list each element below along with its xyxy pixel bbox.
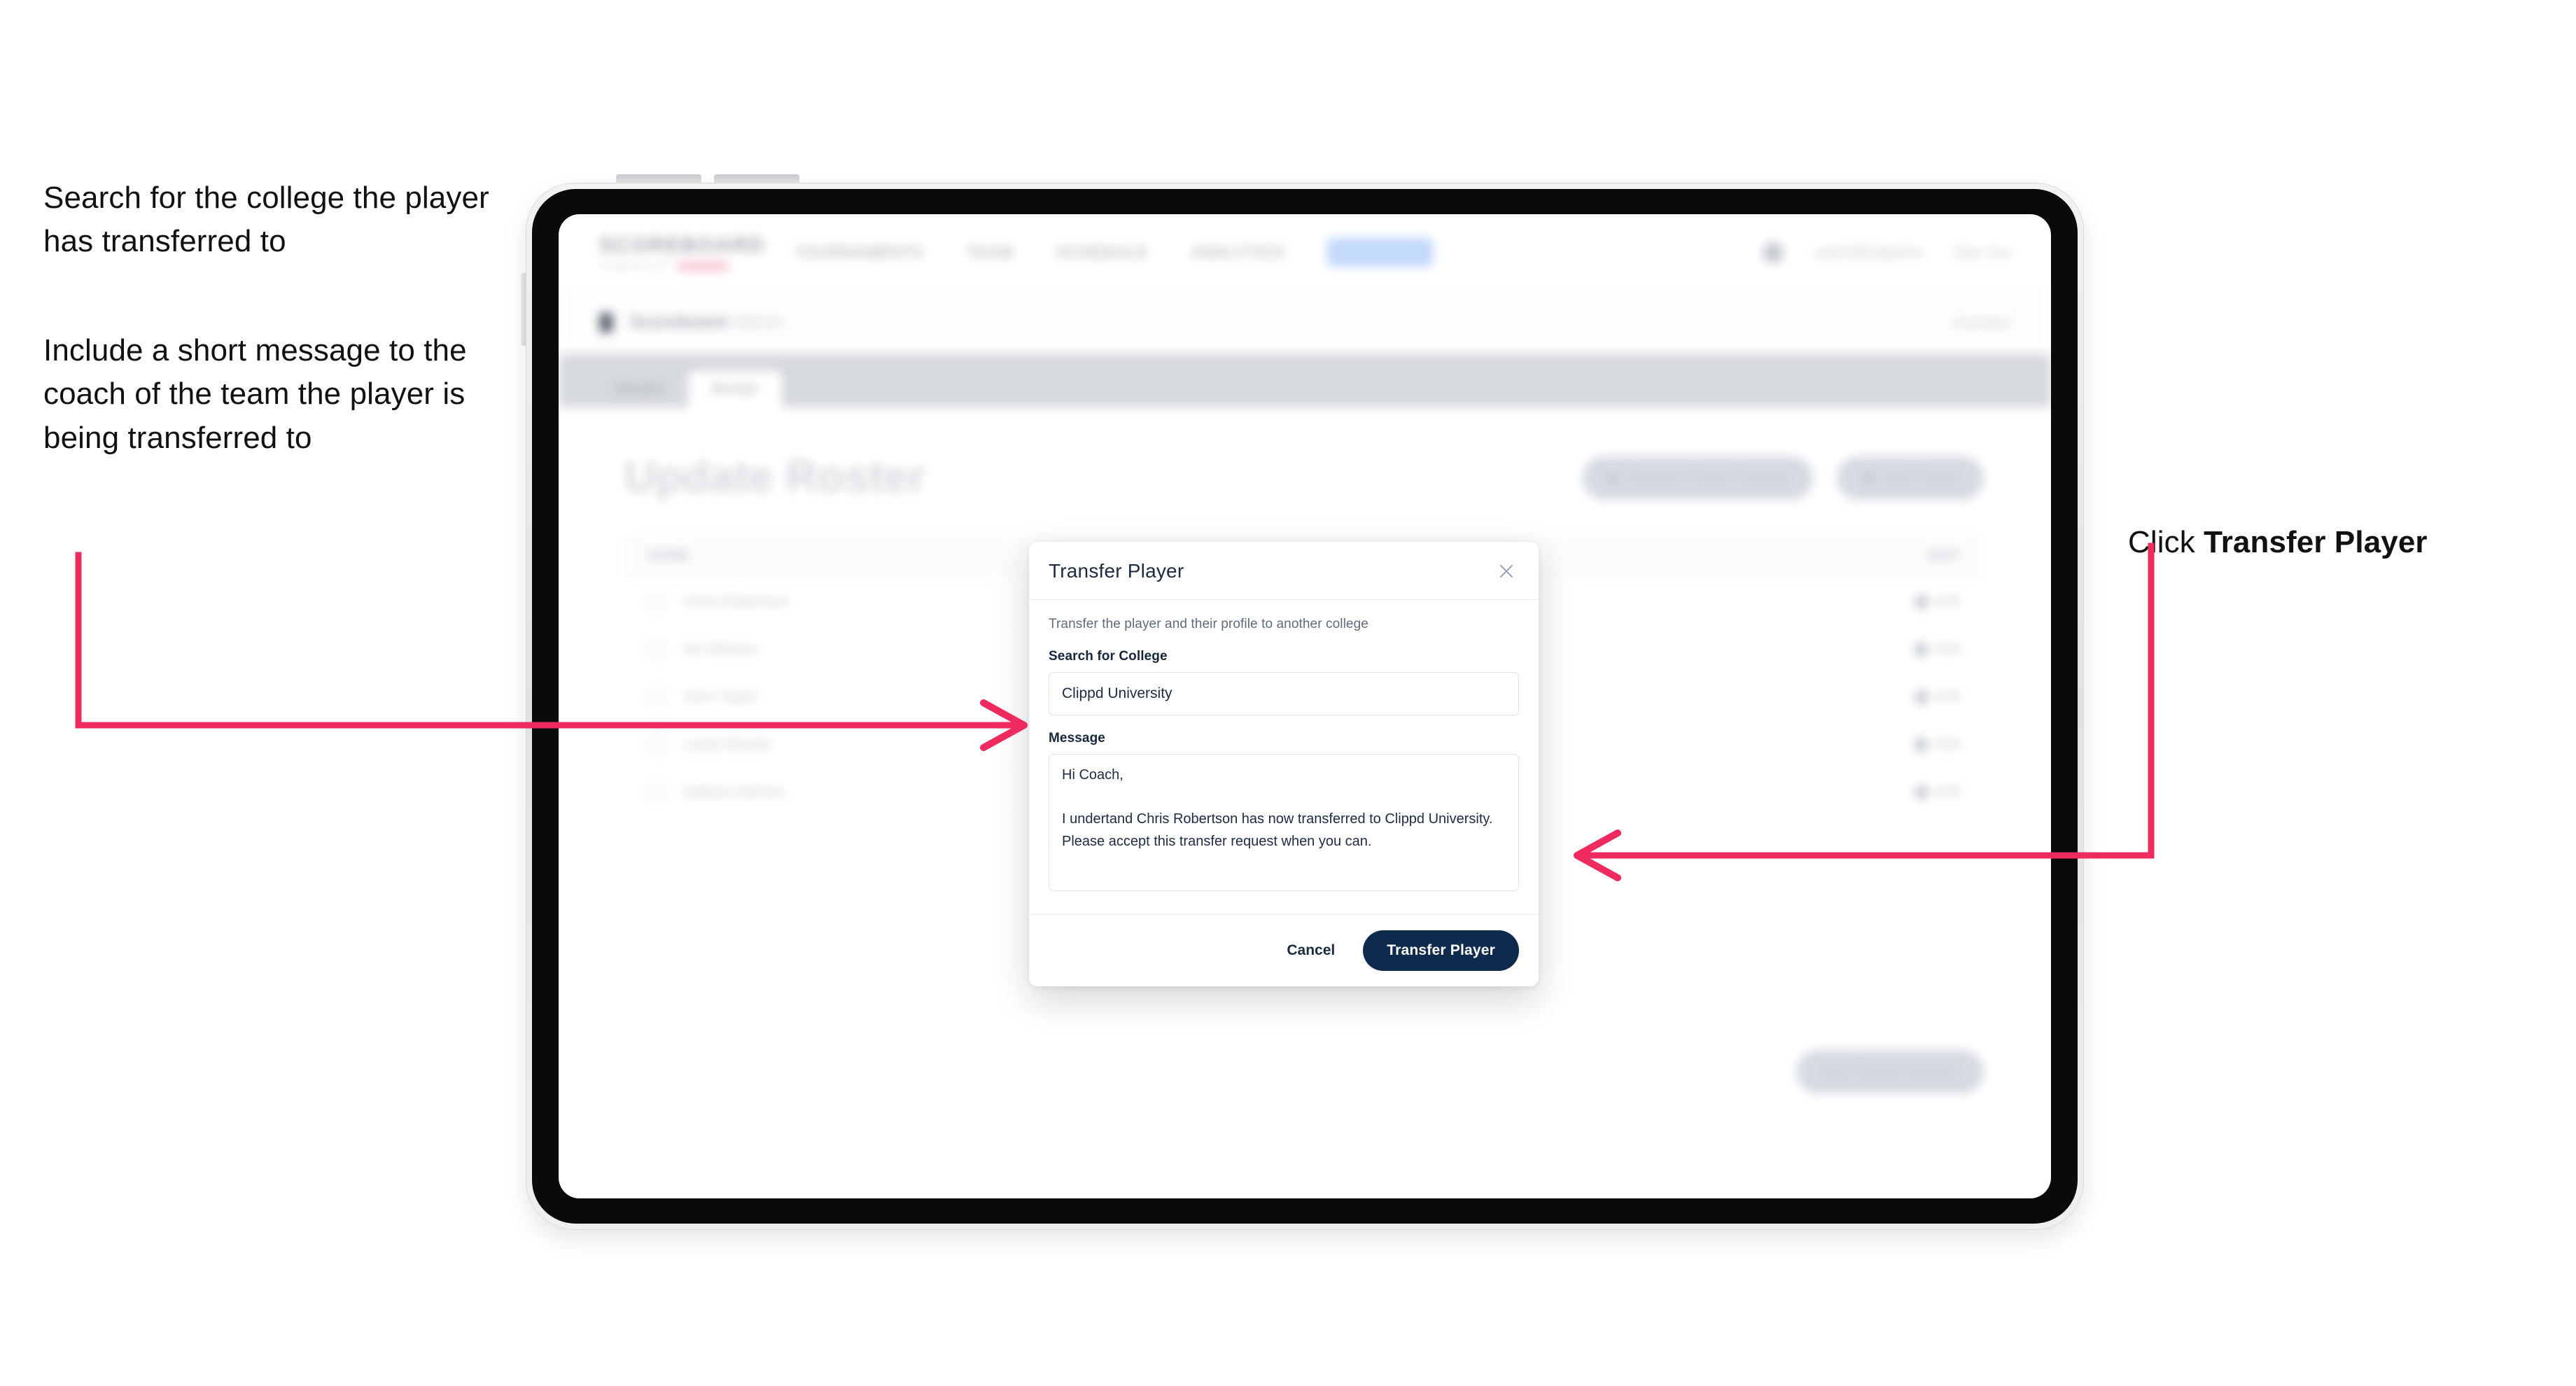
close-icon[interactable] xyxy=(1494,559,1519,584)
modal-overlay: Transfer Player Transfer the player and … xyxy=(559,214,2051,1198)
dialog-header: Transfer Player xyxy=(1029,542,1539,600)
annotation-click-emphasis: Transfer Player xyxy=(2204,525,2428,560)
annotation-click-prefix: Click xyxy=(2128,525,2204,560)
annotation-note-search-college: Search for the college the player has tr… xyxy=(43,181,489,259)
dialog-body: Transfer the player and their profile to… xyxy=(1029,600,1539,914)
tablet-screen: SCOREBOARD POWERED BY CLIPPD TOURNAMENTS… xyxy=(559,214,2051,1198)
annotation-note-include-message: Include a short message to the coach of … xyxy=(43,333,467,455)
dialog-footer: Cancel Transfer Player xyxy=(1029,914,1539,986)
message-field-label: Message xyxy=(1049,731,1105,746)
transfer-player-submit-button[interactable]: Transfer Player xyxy=(1363,930,1519,971)
dialog-subtitle: Transfer the player and their profile to… xyxy=(1049,617,1368,631)
dialog-title: Transfer Player xyxy=(1049,560,1184,582)
message-textarea[interactable] xyxy=(1049,754,1519,891)
college-search-input[interactable] xyxy=(1049,672,1519,715)
transfer-player-dialog: Transfer Player Transfer the player and … xyxy=(1029,542,1539,986)
tablet-device-frame: SCOREBOARD POWERED BY CLIPPD TOURNAMENTS… xyxy=(526,183,2083,1229)
annotation-note-click-transfer: Click Transfer Player xyxy=(2128,477,2520,565)
college-field-label: Search for College xyxy=(1049,649,1168,664)
cancel-button[interactable]: Cancel xyxy=(1282,937,1339,965)
field-spacer xyxy=(1049,715,1519,731)
tablet-bezel: SCOREBOARD POWERED BY CLIPPD TOURNAMENTS… xyxy=(532,189,2078,1224)
